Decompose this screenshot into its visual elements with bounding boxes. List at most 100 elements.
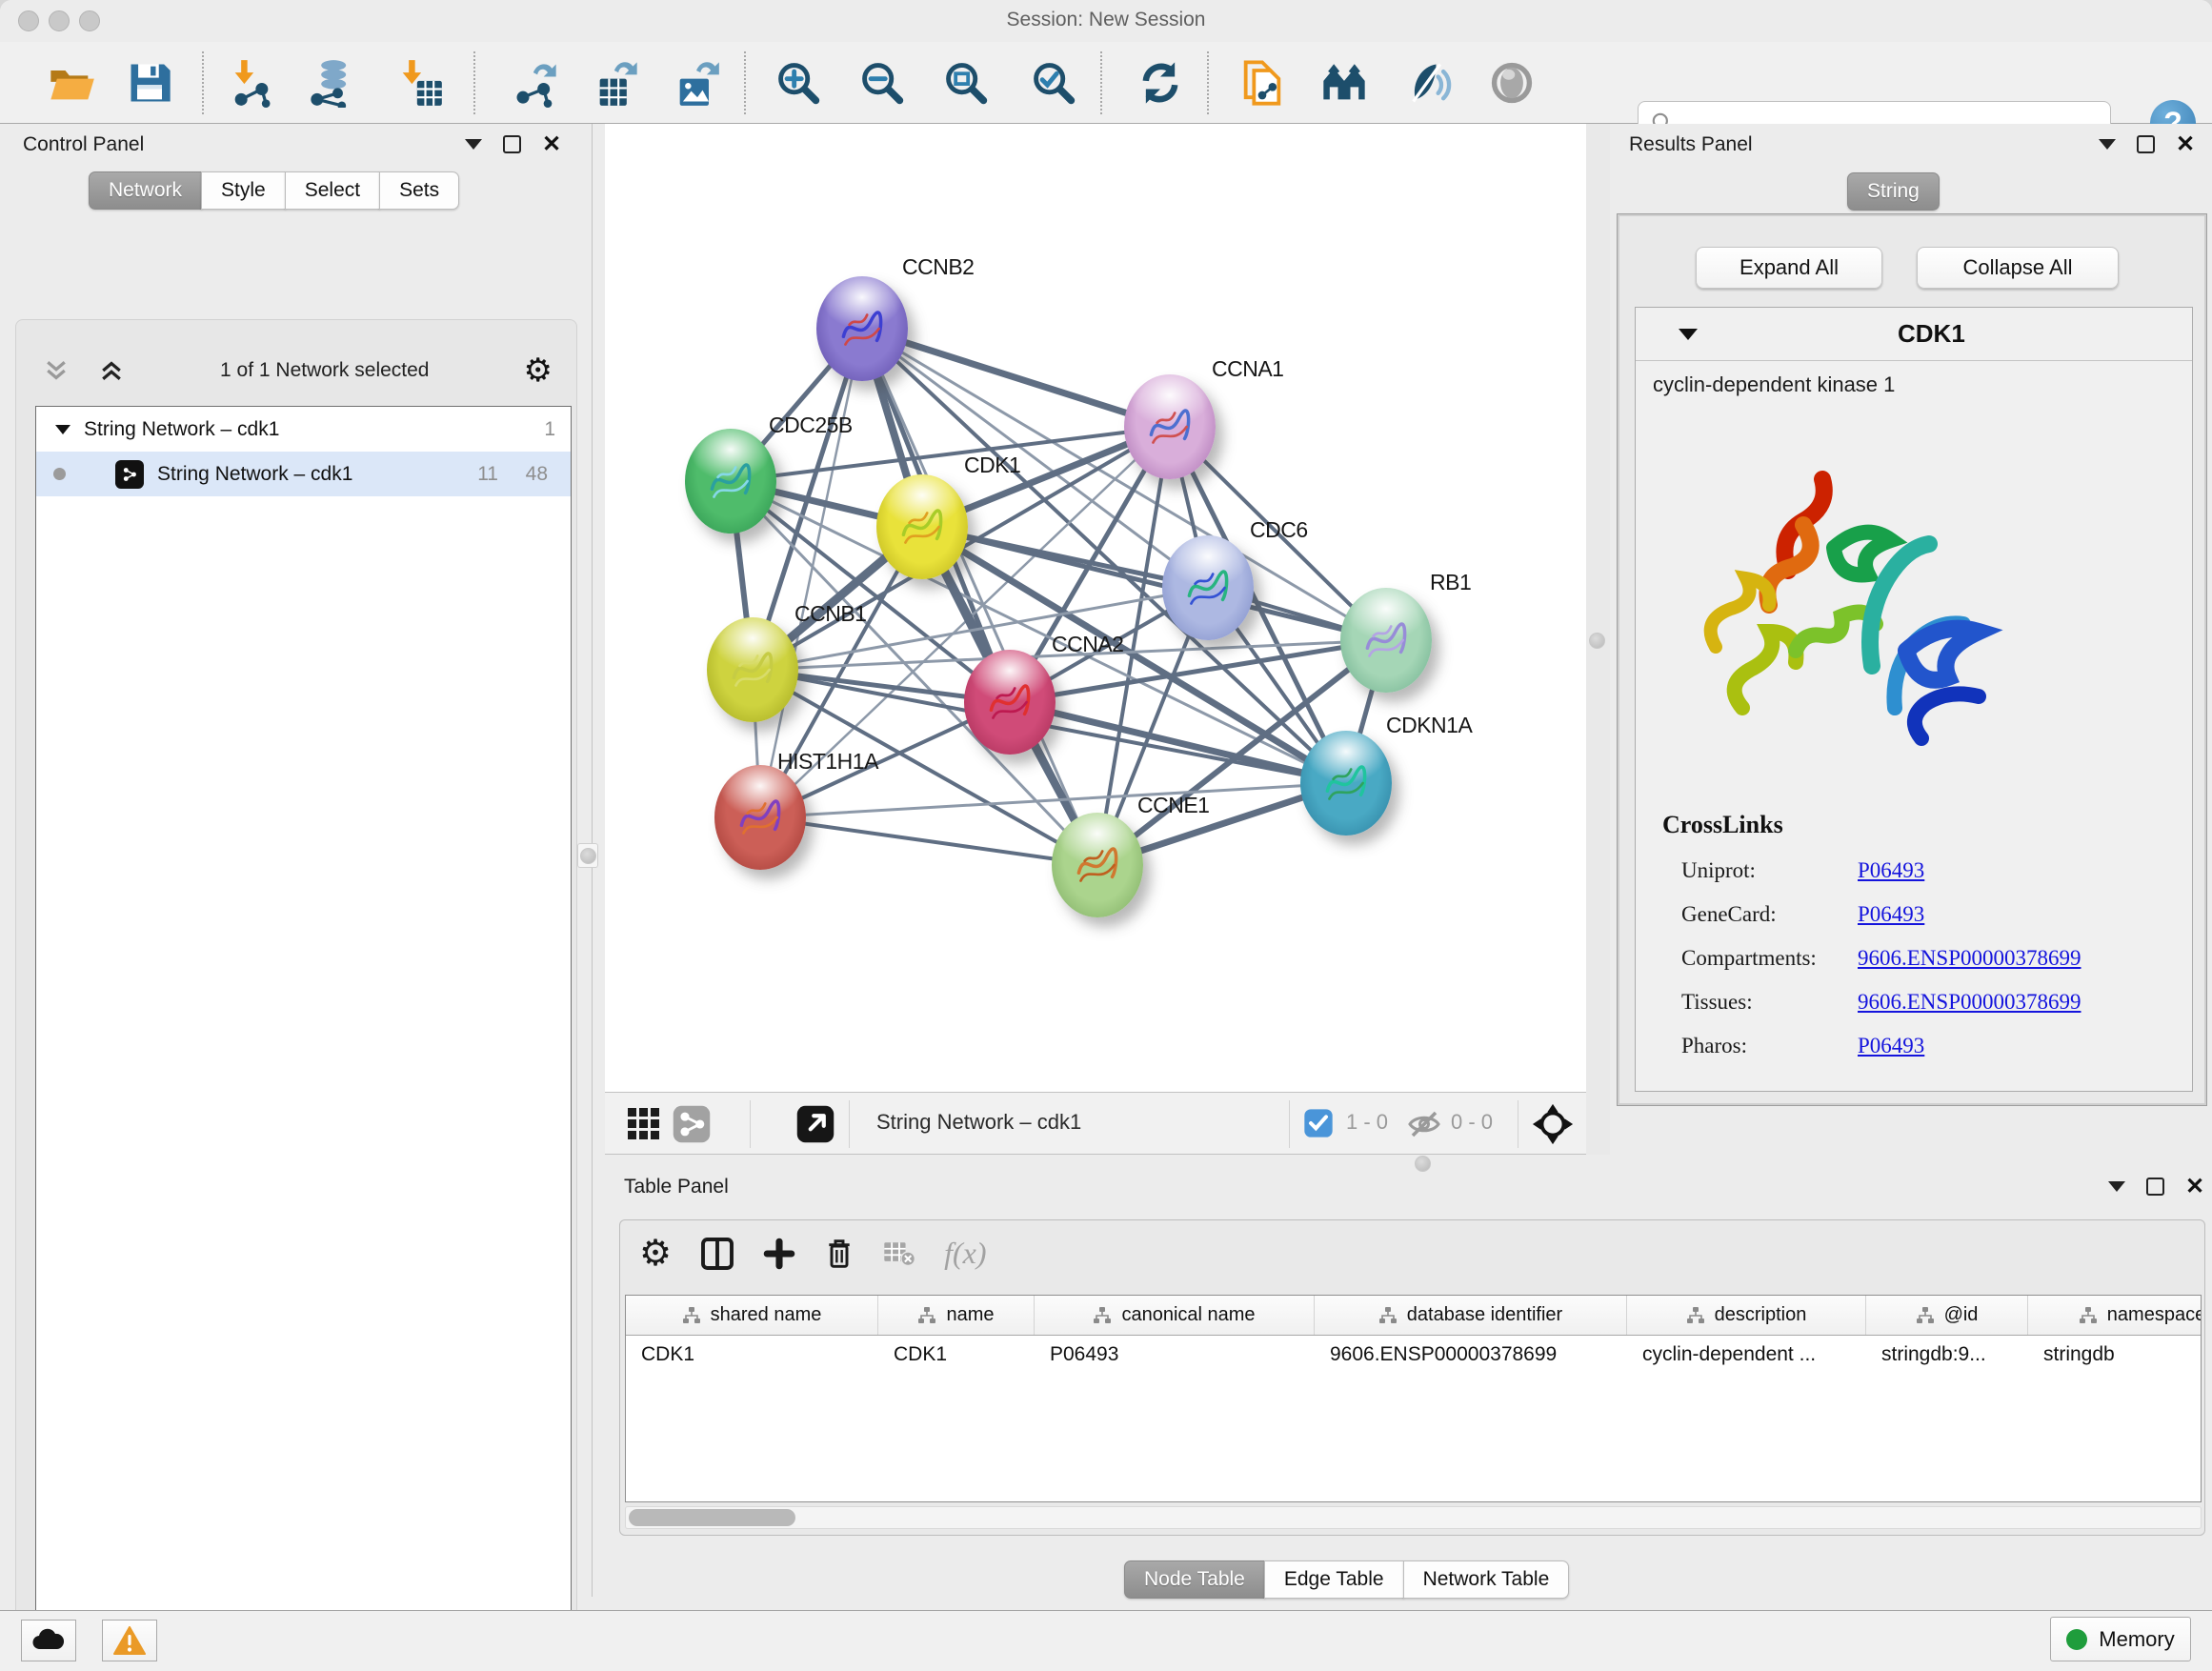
export-table-button[interactable] xyxy=(589,55,644,111)
network-list-options-gear-icon[interactable]: ⚙ xyxy=(524,352,553,390)
network-node-CDKN1A[interactable] xyxy=(1300,731,1392,836)
crosslink-value-link[interactable]: P06493 xyxy=(1858,858,1924,883)
import-network-from-database-button[interactable] xyxy=(304,55,359,111)
tab-edge-table[interactable]: Edge Table xyxy=(1264,1560,1404,1599)
table-options-gear-icon[interactable]: ⚙ xyxy=(639,1232,672,1275)
panel-float-icon[interactable] xyxy=(2146,1178,2164,1196)
panel-menu-icon[interactable] xyxy=(465,139,482,150)
import-network-from-file-button[interactable] xyxy=(224,55,279,111)
panel-menu-icon[interactable] xyxy=(2099,139,2116,150)
table-cell[interactable]: 9606.ENSP00000378699 xyxy=(1315,1336,1627,1378)
table-cell[interactable]: stringdb xyxy=(2028,1336,2202,1378)
crosslink-value-link[interactable]: 9606.ENSP00000378699 xyxy=(1858,990,2081,1015)
crosslink-value-link[interactable]: P06493 xyxy=(1858,1034,1924,1058)
selected-checkbox-icon[interactable] xyxy=(1303,1108,1334,1143)
scrollbar-thumb[interactable] xyxy=(629,1509,795,1526)
hide-graphics-details-button[interactable] xyxy=(1402,55,1458,111)
collapse-all-icon[interactable] xyxy=(42,356,70,385)
delete-column-trash-icon[interactable] xyxy=(824,1237,855,1271)
tab-select[interactable]: Select xyxy=(285,171,380,210)
tab-network[interactable]: Network xyxy=(89,171,202,210)
zoom-selected-button[interactable] xyxy=(1026,55,1081,111)
delete-table-icon[interactable] xyxy=(883,1239,915,1268)
birds-eye-toggle-icon[interactable] xyxy=(795,1104,835,1149)
network-node-CCNA2[interactable] xyxy=(964,650,1056,755)
zoom-out-button[interactable] xyxy=(855,55,910,111)
network-tree-child-row[interactable]: String Network – cdk1 11 48 xyxy=(36,452,571,496)
panel-float-icon[interactable] xyxy=(2137,135,2155,153)
cloud-status-button[interactable] xyxy=(21,1620,76,1661)
annotations-button[interactable] xyxy=(1235,55,1290,111)
horizontal-splitter[interactable] xyxy=(605,1155,2212,1174)
table-cell[interactable]: stringdb:9... xyxy=(1866,1336,2028,1378)
splitter-grip-icon[interactable] xyxy=(1415,1156,1431,1172)
tab-node-table[interactable]: Node Table xyxy=(1124,1560,1265,1599)
column-header-canonical-name[interactable]: canonical name xyxy=(1035,1296,1315,1335)
collapse-section-icon[interactable] xyxy=(1679,329,1698,340)
column-header-description[interactable]: description xyxy=(1627,1296,1866,1335)
import-table-from-file-button[interactable] xyxy=(392,55,447,111)
show-graphics-details-button[interactable] xyxy=(1484,55,1539,111)
grid-view-icon[interactable] xyxy=(626,1104,664,1147)
network-edge[interactable] xyxy=(862,329,1097,865)
show-columns-icon[interactable] xyxy=(700,1236,734,1272)
column-header-shared-name[interactable]: shared name xyxy=(626,1296,878,1335)
network-node-RB1[interactable] xyxy=(1340,588,1432,693)
warnings-button[interactable] xyxy=(102,1620,157,1661)
network-edge[interactable] xyxy=(862,329,1170,427)
memory-button[interactable]: Memory xyxy=(2050,1617,2191,1661)
save-session-button[interactable] xyxy=(122,55,177,111)
network-node-CCNA1[interactable] xyxy=(1124,374,1216,479)
column-header-name[interactable]: name xyxy=(878,1296,1035,1335)
table-cell[interactable]: CDK1 xyxy=(626,1336,878,1378)
column-header--id[interactable]: @id xyxy=(1866,1296,2028,1335)
export-network-button[interactable] xyxy=(508,55,563,111)
tab-string[interactable]: String xyxy=(1847,172,1940,211)
network-node-CCNE1[interactable] xyxy=(1052,813,1143,917)
splitter-grip-icon[interactable] xyxy=(1589,633,1605,649)
network-share-icon[interactable] xyxy=(672,1104,712,1149)
open-session-button[interactable] xyxy=(44,55,99,111)
network-node-CDK1[interactable] xyxy=(876,474,968,579)
gene-card-header[interactable]: CDK1 xyxy=(1636,308,2192,361)
column-header-database-identifier[interactable]: database identifier xyxy=(1315,1296,1627,1335)
panel-close-icon[interactable]: ✕ xyxy=(2185,1178,2204,1196)
crosslink-value-link[interactable]: P06493 xyxy=(1858,902,1924,927)
network-node-CDC25B[interactable] xyxy=(685,429,776,534)
expand-all-icon[interactable] xyxy=(97,356,126,385)
vertical-splitter[interactable] xyxy=(1586,124,1610,1155)
export-image-button[interactable] xyxy=(669,55,724,111)
panel-close-icon[interactable]: ✕ xyxy=(2176,135,2195,153)
hidden-eye-slash-icon[interactable] xyxy=(1407,1107,1441,1146)
refresh-view-button[interactable] xyxy=(1133,55,1188,111)
fit-selection-crosshair-icon[interactable] xyxy=(1531,1102,1575,1151)
table-cell[interactable]: CDK1 xyxy=(878,1336,1035,1378)
table-row[interactable]: CDK1CDK1P064939606.ENSP00000378699cyclin… xyxy=(626,1336,2201,1378)
network-node-CCNB1[interactable] xyxy=(707,617,798,722)
fit-content-button[interactable] xyxy=(938,55,994,111)
collapse-all-button[interactable]: Collapse All xyxy=(1917,247,2119,289)
table-cell[interactable]: P06493 xyxy=(1035,1336,1315,1378)
tab-style[interactable]: Style xyxy=(201,171,286,210)
network-canvas[interactable]: CCNB2CCNA1CDC25BCDK1CDC6RB1CCNB1CCNA2CDK… xyxy=(605,124,1586,1092)
panel-menu-icon[interactable] xyxy=(2108,1181,2125,1192)
zoom-in-button[interactable] xyxy=(771,55,826,111)
create-column-plus-icon[interactable] xyxy=(763,1238,795,1270)
tab-network-table[interactable]: Network Table xyxy=(1403,1560,1570,1599)
birds-eye-view-button[interactable] xyxy=(1317,55,1372,111)
tree-expand-icon[interactable] xyxy=(55,425,70,434)
column-header-namespace[interactable]: namespace xyxy=(2028,1296,2202,1335)
function-builder-button[interactable]: f(x) xyxy=(944,1236,986,1271)
network-node-CDC6[interactable] xyxy=(1162,535,1254,640)
network-tree-root-row[interactable]: String Network – cdk1 1 xyxy=(36,407,571,452)
crosslink-value-link[interactable]: 9606.ENSP00000378699 xyxy=(1858,946,2081,971)
network-edge[interactable] xyxy=(760,817,1097,865)
table-cell[interactable]: cyclin-dependent ... xyxy=(1627,1336,1866,1378)
tab-sets[interactable]: Sets xyxy=(379,171,459,210)
network-node-HIST1H1A[interactable] xyxy=(714,765,806,870)
expand-all-button[interactable]: Expand All xyxy=(1696,247,1882,289)
left-splitter-handle[interactable] xyxy=(577,843,598,868)
panel-float-icon[interactable] xyxy=(503,135,521,153)
network-node-CCNB2[interactable] xyxy=(816,276,908,381)
table-horizontal-scrollbar[interactable] xyxy=(625,1506,2202,1529)
